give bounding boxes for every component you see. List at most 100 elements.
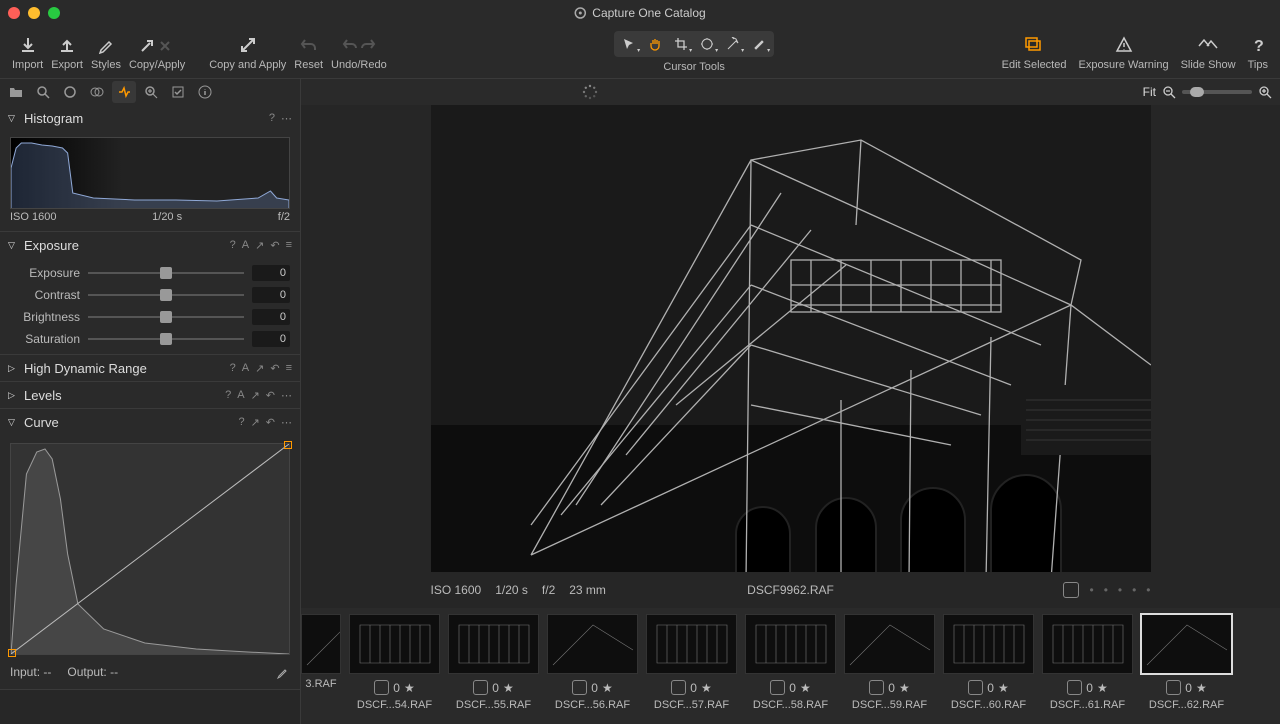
menu-icon[interactable]: ≡ [286,362,292,375]
annotation-tool[interactable]: ▾ [747,34,771,54]
dot-icon[interactable]: • [1118,583,1122,597]
pointer-tool[interactable]: ▾ [617,34,641,54]
menu-icon[interactable]: ⋯ [281,112,292,125]
thumbnail[interactable]: 0★ DSCF...54.RAF [349,614,440,724]
brightness-slider[interactable] [88,316,244,318]
star-icon[interactable]: ★ [1196,681,1207,695]
panel-header-exposure[interactable]: ▽ Exposure ? A ↗ ↶ ≡ [0,232,300,258]
undo-redo-button[interactable]: Undo/Redo [331,34,387,71]
saturation-value[interactable]: 0 [252,331,290,347]
window-zoom-button[interactable] [48,7,60,19]
thumb-checkbox[interactable] [473,680,488,695]
panel-header-levels[interactable]: ▷ Levels ? A ↗ ↶ ⋯ [0,382,300,408]
tab-details[interactable] [139,81,163,103]
dot-icon[interactable]: • [1089,583,1093,597]
tab-lens[interactable] [58,81,82,103]
tab-color[interactable] [85,81,109,103]
help-icon[interactable]: ? [230,362,236,375]
help-icon[interactable]: ? [230,239,236,252]
dot-icon[interactable]: • [1104,583,1108,597]
reset-icon[interactable]: ↶ [266,416,275,429]
thumbnail[interactable]: 0★ DSCF...60.RAF [943,614,1034,724]
copy-icon[interactable]: ↗ [251,416,260,429]
auto-icon[interactable]: A [242,362,249,375]
thumbnail[interactable]: 0★ DSCF...56.RAF [547,614,638,724]
adjustment-tool[interactable]: ▾ [721,34,745,54]
slideshow-button[interactable]: Slide Show [1181,34,1236,71]
contrast-value[interactable]: 0 [252,287,290,303]
tab-adjustments[interactable] [166,81,190,103]
thumbnail[interactable]: 0★ DSCF...61.RAF [1042,614,1133,724]
reset-icon[interactable]: ↶ [270,362,279,375]
help-icon[interactable]: ? [238,416,244,429]
thumb-checkbox[interactable] [968,680,983,695]
thumbnail[interactable]: 0★ DSCF...62.RAF [1141,614,1232,724]
thumb-checkbox[interactable] [572,680,587,695]
tab-metadata[interactable] [193,81,217,103]
curve-handle-highlight[interactable] [284,441,292,449]
thumbnail[interactable]: 0★ DSCF...59.RAF [844,614,935,724]
curve-graph[interactable] [10,443,290,655]
contrast-slider[interactable] [88,294,244,296]
reset-button[interactable]: Reset [294,34,323,71]
zoom-in-icon[interactable] [1258,85,1272,99]
eyedropper-icon[interactable] [276,665,290,679]
auto-icon[interactable]: A [237,389,244,402]
star-icon[interactable]: ★ [1097,681,1108,695]
tab-capture[interactable] [31,81,55,103]
pan-tool[interactable] [643,34,667,54]
thumbnail[interactable]: 3.RAF [301,614,341,724]
thumb-checkbox[interactable] [869,680,884,695]
menu-icon[interactable]: ≡ [286,239,292,252]
reset-icon[interactable]: ↶ [270,239,279,252]
reset-icon[interactable]: ↶ [266,389,275,402]
thumb-checkbox[interactable] [671,680,686,695]
thumb-checkbox[interactable] [1067,680,1082,695]
star-icon[interactable]: ★ [800,681,811,695]
menu-icon[interactable]: ⋯ [281,389,292,402]
help-icon[interactable]: ? [269,112,275,125]
star-icon[interactable]: ★ [998,681,1009,695]
dot-icon[interactable]: • [1146,583,1150,597]
tab-exposure[interactable] [112,81,136,103]
copy-icon[interactable]: ↗ [255,239,264,252]
exposure-slider[interactable] [88,272,244,274]
styles-button[interactable]: Styles [91,34,121,71]
copy-icon[interactable]: ↗ [255,362,264,375]
star-icon[interactable]: ★ [701,681,712,695]
brightness-value[interactable]: 0 [252,309,290,325]
tips-button[interactable]: ? Tips [1248,34,1268,71]
auto-icon[interactable]: A [242,239,249,252]
dot-icon[interactable]: • [1132,583,1136,597]
tab-library[interactable] [4,81,28,103]
copy-icon[interactable]: ↗ [251,389,260,402]
star-icon[interactable]: ★ [602,681,613,695]
menu-icon[interactable]: ⋯ [281,416,292,429]
preview-image[interactable] [431,105,1151,572]
star-icon[interactable]: ★ [899,681,910,695]
crop-tool[interactable]: ▾ [669,34,693,54]
exposure-warning-button[interactable]: Exposure Warning [1078,34,1168,71]
thumbnail[interactable]: 0★ DSCF...55.RAF [448,614,539,724]
panel-header-curve[interactable]: ▽ Curve ? ↗ ↶ ⋯ [0,409,300,435]
thumbnail[interactable]: 0★ DSCF...57.RAF [646,614,737,724]
zoom-slider[interactable] [1182,90,1252,94]
zoom-fit-label[interactable]: Fit [1143,85,1156,99]
window-minimize-button[interactable] [28,7,40,19]
export-button[interactable]: Export [51,34,83,71]
thumb-checkbox[interactable] [1166,680,1181,695]
saturation-slider[interactable] [88,338,244,340]
window-close-button[interactable] [8,7,20,19]
import-button[interactable]: Import [12,34,43,71]
copy-and-apply-button[interactable]: Copy and Apply [209,34,286,71]
edit-selected-button[interactable]: Edit Selected [1002,34,1067,71]
panel-header-hdr[interactable]: ▷ High Dynamic Range ? A ↗ ↶ ≡ [0,355,300,381]
star-icon[interactable]: ★ [503,681,514,695]
copy-apply-button[interactable]: Copy/Apply [129,34,185,71]
spot-tool[interactable]: ▾ [695,34,719,54]
help-icon[interactable]: ? [225,389,231,402]
panel-header-histogram[interactable]: ▽ Histogram ? ⋯ [0,105,300,131]
thumb-checkbox[interactable] [770,680,785,695]
star-icon[interactable]: ★ [404,681,415,695]
thumbnail[interactable]: 0★ DSCF...58.RAF [745,614,836,724]
